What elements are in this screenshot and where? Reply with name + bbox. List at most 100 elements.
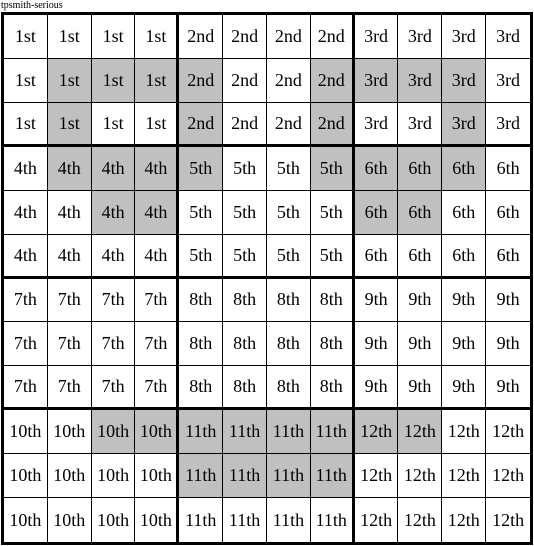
grid-cell: 12th [442, 410, 487, 455]
grid-cell: 3rd [354, 15, 399, 59]
grid-cell: 9th [486, 278, 530, 323]
grid-cell: 1st [4, 15, 48, 59]
grid-cell-shaded: 5th [179, 146, 224, 191]
grid-cell-shaded: 4th [47, 146, 92, 191]
grid-cell: 8th [179, 366, 224, 411]
grid-cell: 3rd [354, 102, 399, 147]
grid-cell: 7th [135, 366, 180, 411]
grid-cell: 10th [47, 498, 92, 542]
grid-cell: 2nd [266, 58, 311, 103]
grid-cell: 11th [179, 498, 224, 542]
grid-cell: 1st [4, 58, 48, 103]
grid-cell-shaded: 3rd [442, 58, 487, 103]
grid-cell: 3rd [442, 15, 487, 59]
grid-cell: 7th [4, 322, 48, 367]
grid-cell: 10th [4, 410, 48, 455]
grid-cell: 5th [223, 190, 267, 235]
grid-cell-shaded: 6th [398, 190, 443, 235]
grid-cell: 9th [354, 278, 399, 323]
grid-cell: 2nd [223, 102, 267, 147]
grid-cell: 11th [310, 498, 355, 542]
grid-cell: 8th [223, 366, 267, 411]
grid-cell-shaded: 2nd [179, 102, 224, 147]
grid-cell: 4th [4, 146, 48, 191]
grid-cell: 2nd [266, 102, 311, 147]
grid-cell: 3rd [486, 15, 530, 59]
grid-cell: 7th [47, 322, 92, 367]
grid-cell-shaded: 11th [179, 454, 224, 499]
grid-cell: 9th [398, 322, 443, 367]
grid-cell: 8th [223, 322, 267, 367]
grid-cell-shaded: 6th [354, 146, 399, 191]
grid-cell-shaded: 11th [179, 410, 224, 455]
grid-cell-shaded: 2nd [310, 58, 355, 103]
grid-cell: 7th [4, 278, 48, 323]
grid-cell-shaded: 4th [91, 190, 136, 235]
grid-cell-shaded: 6th [442, 146, 487, 191]
grid-cell-shaded: 3rd [442, 102, 487, 147]
grid-cell: 3rd [486, 58, 530, 103]
grid-cell: 12th [442, 498, 487, 542]
grid-cell: 9th [442, 278, 487, 323]
grid-cell-shaded: 12th [354, 410, 399, 455]
grid-cell: 2nd [223, 58, 267, 103]
grid-cell: 5th [310, 190, 355, 235]
grid-cell: 1st [47, 15, 92, 59]
grid-cell-shaded: 1st [47, 58, 92, 103]
grid-cell: 12th [398, 498, 443, 542]
grid-cell: 8th [266, 278, 311, 323]
grid-cell-shaded: 2nd [179, 58, 224, 103]
grid-cell: 12th [442, 454, 487, 499]
grid-cell: 6th [398, 234, 443, 279]
grid-cell: 9th [486, 322, 530, 367]
grid-cell: 12th [398, 454, 443, 499]
grid-cell-shaded: 4th [91, 146, 136, 191]
grid-cell: 3rd [398, 15, 443, 59]
grid-cell: 8th [179, 322, 224, 367]
grid-cell: 10th [135, 498, 180, 542]
grid-cell-shaded: 10th [135, 410, 180, 455]
grid-cell-shaded: 3rd [398, 58, 443, 103]
grid-cell: 10th [91, 454, 136, 499]
grid-cell: 10th [47, 454, 92, 499]
grid-cell: 5th [223, 146, 267, 191]
grid-cell: 9th [354, 366, 399, 411]
grid-cell: 9th [354, 322, 399, 367]
grid-cell: 5th [179, 234, 224, 279]
diagram-title: tpsmith-serious [1, 0, 63, 11]
grid-cell: 9th [398, 366, 443, 411]
grid-cell: 8th [310, 322, 355, 367]
grid-cell: 1st [4, 102, 48, 147]
grid-cell-shaded: 4th [135, 190, 180, 235]
grid-cell-shaded: 1st [47, 102, 92, 147]
grid-cell: 6th [486, 190, 530, 235]
grid-cell: 7th [91, 366, 136, 411]
grid-cell: 4th [47, 190, 92, 235]
grid-cell-shaded: 1st [91, 58, 136, 103]
grid-cell: 4th [47, 234, 92, 279]
grid-cell-shaded: 11th [266, 410, 311, 455]
grid-cell: 3rd [486, 102, 530, 147]
grid-cell: 12th [354, 454, 399, 499]
grid-cell: 4th [4, 190, 48, 235]
grid-cell: 8th [223, 278, 267, 323]
grid-cell: 8th [266, 322, 311, 367]
grid-cell: 6th [354, 234, 399, 279]
grid-cell: 6th [486, 146, 530, 191]
grid-cell: 7th [4, 366, 48, 411]
grid-cell: 6th [486, 234, 530, 279]
grid-cell-shaded: 3rd [354, 58, 399, 103]
grid-cell-shaded: 6th [398, 146, 443, 191]
grid-cell: 5th [266, 234, 311, 279]
grid-cell: 7th [47, 366, 92, 411]
grid-cell: 5th [266, 146, 311, 191]
grid-cell-shaded: 10th [91, 410, 136, 455]
grid-cell: 8th [310, 278, 355, 323]
grid-cell-shaded: 4th [135, 146, 180, 191]
grid-cell: 8th [179, 278, 224, 323]
grid-cell: 4th [4, 234, 48, 279]
grid-cell: 5th [179, 190, 224, 235]
grid-cell: 3rd [398, 102, 443, 147]
grid-cell-shaded: 2nd [310, 102, 355, 147]
grid-cell: 5th [310, 234, 355, 279]
